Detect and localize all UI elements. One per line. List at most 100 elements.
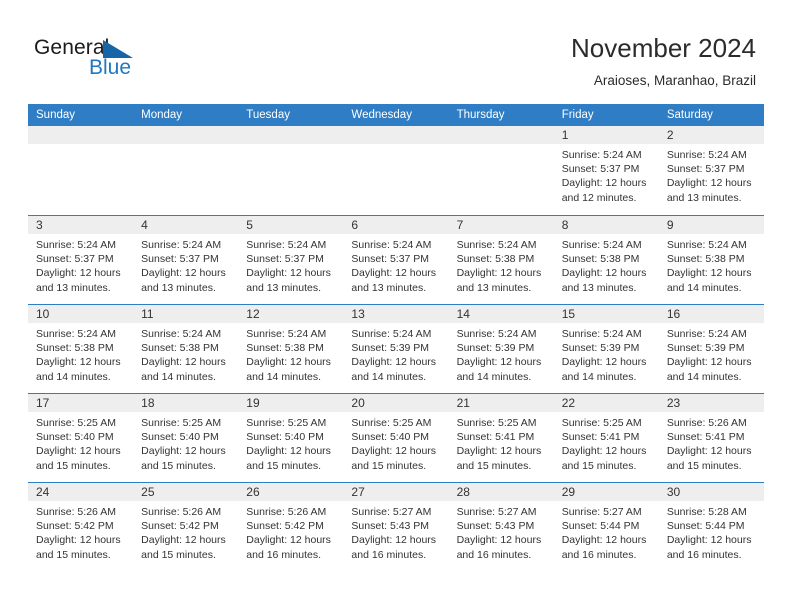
day-cell-7[interactable]: 7 Sunrise: 5:24 AM Sunset: 5:38 PM Daylight… bbox=[448, 216, 554, 304]
day-cell-empty bbox=[28, 126, 134, 215]
weekday-header-thursday: Thursday bbox=[456, 109, 505, 121]
day-number: 7 bbox=[456, 218, 464, 232]
day-cell-10[interactable]: 10 Sunrise: 5:24 AM Sunset: 5:38 PM Dayligh… bbox=[28, 305, 134, 393]
day-info-line: Sunset: 5:38 PM bbox=[246, 342, 324, 355]
day-number: 15 bbox=[561, 307, 576, 321]
day-cell-25[interactable]: 25 Sunrise: 5:26 AM Sunset: 5:42 PM Dayligh… bbox=[133, 483, 239, 571]
day-cell-8[interactable]: 8 Sunrise: 5:24 AM Sunset: 5:38 PM Daylight… bbox=[553, 216, 659, 304]
day-number: 18 bbox=[141, 396, 155, 410]
day-number: 28 bbox=[456, 485, 470, 499]
day-number: 16 bbox=[666, 307, 681, 321]
day-number-band: 14 bbox=[448, 305, 554, 323]
day-info-line: Sunset: 5:44 PM bbox=[561, 520, 640, 533]
day-info-line: and 15 minutes. bbox=[141, 459, 216, 472]
day-number-band: 12 bbox=[238, 305, 344, 323]
day-cell-3[interactable]: 3 Sunrise: 5:24 AM Sunset: 5:37 PM Daylight… bbox=[28, 216, 134, 304]
day-cell-20[interactable]: 20 Sunrise: 5:25 AM Sunset: 5:40 PM Dayligh… bbox=[343, 394, 449, 482]
day-info-line: Sunrise: 5:24 AM bbox=[561, 328, 642, 340]
day-number-band: 8 bbox=[553, 216, 659, 234]
day-info-line: and 14 minutes. bbox=[561, 370, 637, 383]
day-number: 10 bbox=[36, 307, 50, 321]
day-cell-27[interactable]: 27 Sunrise: 5:27 AM Sunset: 5:43 PM Dayligh… bbox=[343, 483, 449, 571]
day-info-line: Sunrise: 5:27 AM bbox=[561, 506, 642, 518]
calendar-week-row: 3 Sunrise: 5:24 AM Sunset: 5:37 PM Daylight… bbox=[28, 215, 764, 304]
brand-logo[interactable]: General Blue bbox=[34, 36, 234, 82]
day-info-line: Sunset: 5:39 PM bbox=[666, 342, 745, 355]
day-info-line: Sunset: 5:42 PM bbox=[141, 520, 219, 533]
day-cell-21[interactable]: 21 Sunrise: 5:25 AM Sunset: 5:41 PM Dayligh… bbox=[448, 394, 554, 482]
day-info-line: Sunset: 5:41 PM bbox=[666, 431, 745, 444]
day-info: Sunrise: 5:24 AM Sunset: 5:39 PM Daylight:… bbox=[554, 323, 659, 384]
day-info-line: and 14 minutes. bbox=[351, 370, 427, 383]
day-info-line: Sunrise: 5:24 AM bbox=[561, 239, 642, 251]
day-info-line: Sunset: 5:43 PM bbox=[456, 520, 535, 533]
day-cell-9[interactable]: 9 Sunrise: 5:24 AM Sunset: 5:38 PM Daylight… bbox=[658, 216, 764, 304]
day-cell-28[interactable]: 28 Sunrise: 5:27 AM Sunset: 5:43 PM Dayligh… bbox=[448, 483, 554, 571]
calendar-page: General Blue November 2024 Araioses, Mar… bbox=[0, 0, 792, 612]
day-info: Sunrise: 5:26 AM Sunset: 5:42 PM Daylight:… bbox=[238, 501, 343, 562]
day-cell-2[interactable]: 2 Sunrise: 5:24 AM Sunset: 5:37 PM Daylight… bbox=[658, 126, 764, 215]
day-info-line: Sunrise: 5:26 AM bbox=[246, 506, 327, 518]
day-cell-24[interactable]: 24 Sunrise: 5:26 AM Sunset: 5:42 PM Dayligh… bbox=[28, 483, 134, 571]
day-cell-15[interactable]: 15 Sunrise: 5:24 AM Sunset: 5:39 PM Dayligh… bbox=[553, 305, 659, 393]
day-number-band bbox=[343, 126, 449, 144]
day-cell-12[interactable]: 12 Sunrise: 5:24 AM Sunset: 5:38 PM Dayligh… bbox=[238, 305, 344, 393]
day-cell-11[interactable]: 11 Sunrise: 5:24 AM Sunset: 5:38 PM Dayligh… bbox=[133, 305, 239, 393]
day-number: 14 bbox=[456, 307, 470, 321]
day-info-line: Daylight: 12 hours bbox=[666, 534, 752, 547]
day-cell-1[interactable]: 1 Sunrise: 5:24 AM Sunset: 5:37 PM Daylight… bbox=[553, 126, 659, 215]
day-info-line: Daylight: 12 hours bbox=[36, 356, 121, 369]
day-info-line: Sunset: 5:40 PM bbox=[351, 431, 430, 444]
day-number-band: 30 bbox=[658, 483, 764, 501]
day-info-line: Daylight: 12 hours bbox=[246, 445, 331, 458]
day-info-line: and 14 minutes. bbox=[666, 370, 742, 383]
day-info-line: Sunset: 5:42 PM bbox=[36, 520, 114, 533]
day-cell-6[interactable]: 6 Sunrise: 5:24 AM Sunset: 5:37 PM Daylight… bbox=[343, 216, 449, 304]
day-cell-13[interactable]: 13 Sunrise: 5:24 AM Sunset: 5:39 PM Dayligh… bbox=[343, 305, 449, 393]
day-info-line: Sunset: 5:40 PM bbox=[141, 431, 219, 444]
day-cell-empty bbox=[238, 126, 344, 215]
day-number-band: 25 bbox=[133, 483, 239, 501]
day-number: 20 bbox=[351, 396, 365, 410]
day-number-band: 29 bbox=[553, 483, 659, 501]
day-cell-16[interactable]: 16 Sunrise: 5:24 AM Sunset: 5:39 PM Dayligh… bbox=[658, 305, 764, 393]
day-number: 6 bbox=[351, 218, 359, 232]
day-cell-22[interactable]: 22 Sunrise: 5:25 AM Sunset: 5:41 PM Dayligh… bbox=[553, 394, 659, 482]
day-info-line: Sunrise: 5:24 AM bbox=[666, 149, 747, 161]
day-number: 4 bbox=[141, 218, 148, 232]
day-info-line: Sunrise: 5:28 AM bbox=[666, 506, 747, 518]
day-number-band: 10 bbox=[28, 305, 134, 323]
day-info-line: and 16 minutes. bbox=[456, 548, 532, 561]
day-info: Sunrise: 5:26 AM Sunset: 5:41 PM Daylight:… bbox=[659, 412, 764, 473]
day-cell-5[interactable]: 5 Sunrise: 5:24 AM Sunset: 5:37 PM Daylight… bbox=[238, 216, 344, 304]
day-number-band bbox=[28, 126, 134, 144]
day-cell-29[interactable]: 29 Sunrise: 5:27 AM Sunset: 5:44 PM Dayligh… bbox=[553, 483, 659, 571]
day-info-line: Daylight: 12 hours bbox=[561, 356, 647, 369]
day-info-line: Sunset: 5:38 PM bbox=[141, 342, 219, 355]
day-cell-4[interactable]: 4 Sunrise: 5:24 AM Sunset: 5:37 PM Daylight… bbox=[133, 216, 239, 304]
day-cell-18[interactable]: 18 Sunrise: 5:25 AM Sunset: 5:40 PM Dayligh… bbox=[133, 394, 239, 482]
day-number-band: 19 bbox=[238, 394, 344, 412]
day-cell-30[interactable]: 30 Sunrise: 5:28 AM Sunset: 5:44 PM Dayligh… bbox=[658, 483, 764, 571]
day-cell-26[interactable]: 26 Sunrise: 5:26 AM Sunset: 5:42 PM Dayligh… bbox=[238, 483, 344, 571]
day-info-line: and 14 minutes. bbox=[246, 370, 321, 383]
day-number-band: 1 bbox=[553, 126, 659, 144]
day-number-band: 24 bbox=[28, 483, 134, 501]
day-info-line: and 13 minutes. bbox=[666, 191, 742, 204]
day-info: Sunrise: 5:24 AM Sunset: 5:38 PM Daylight:… bbox=[449, 234, 554, 295]
day-cell-23[interactable]: 23 Sunrise: 5:26 AM Sunset: 5:41 PM Dayligh… bbox=[658, 394, 764, 482]
day-info-line: and 13 minutes. bbox=[351, 281, 427, 294]
day-info-line: Daylight: 12 hours bbox=[246, 356, 331, 369]
day-cell-14[interactable]: 14 Sunrise: 5:24 AM Sunset: 5:39 PM Dayligh… bbox=[448, 305, 554, 393]
day-cell-17[interactable]: 17 Sunrise: 5:25 AM Sunset: 5:40 PM Dayligh… bbox=[28, 394, 134, 482]
day-info-line: and 16 minutes. bbox=[666, 548, 742, 561]
day-info-line: and 15 minutes. bbox=[666, 459, 742, 472]
day-cell-19[interactable]: 19 Sunrise: 5:25 AM Sunset: 5:40 PM Dayligh… bbox=[238, 394, 344, 482]
day-info: Sunrise: 5:24 AM Sunset: 5:38 PM Daylight:… bbox=[659, 234, 764, 295]
day-info-line: Sunset: 5:38 PM bbox=[666, 253, 745, 266]
day-info-line: Daylight: 12 hours bbox=[456, 534, 542, 547]
day-info-line: Sunrise: 5:27 AM bbox=[456, 506, 537, 518]
day-info-line: and 14 minutes. bbox=[456, 370, 532, 383]
day-info: Sunrise: 5:25 AM Sunset: 5:40 PM Daylight:… bbox=[238, 412, 343, 473]
day-number-band: 20 bbox=[343, 394, 449, 412]
